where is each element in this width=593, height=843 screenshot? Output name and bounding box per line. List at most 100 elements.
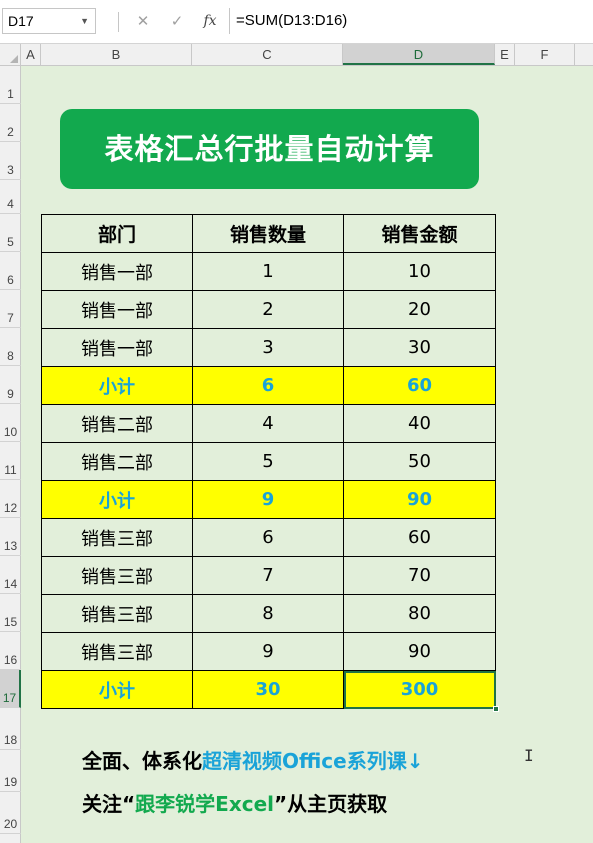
table-row: 销售一部 3 30 bbox=[41, 328, 496, 367]
row-header[interactable]: 13 bbox=[0, 518, 21, 556]
title-banner: 表格汇总行批量自动计算 bbox=[60, 109, 479, 189]
row-header-bar: 1 2 3 4 5 6 7 8 9 10 11 12 13 14 15 16 1… bbox=[0, 66, 21, 843]
cell-qty[interactable]: 30 bbox=[192, 670, 344, 709]
table-row: 销售二部 4 40 bbox=[41, 404, 496, 443]
cell-dept[interactable]: 销售三部 bbox=[41, 632, 193, 671]
name-box[interactable]: D17 ▼ bbox=[2, 8, 96, 34]
table-row: 销售一部 1 10 bbox=[41, 252, 496, 291]
promo-line-1-black: 全面、体系化 bbox=[82, 749, 202, 773]
row-header[interactable]: 1 bbox=[0, 66, 21, 104]
insert-function-icon[interactable]: fx bbox=[199, 10, 221, 32]
active-cell-amount[interactable]: 300 bbox=[343, 670, 499, 712]
cell-qty[interactable]: 8 bbox=[192, 594, 344, 633]
cell-amount[interactable]: 30 bbox=[343, 328, 496, 367]
cell-amount[interactable]: 90 bbox=[343, 632, 496, 671]
cell-qty[interactable]: 7 bbox=[192, 556, 344, 595]
column-header-f[interactable]: F bbox=[515, 44, 575, 65]
subtotal-row: 小计 9 90 bbox=[41, 480, 496, 519]
row-header[interactable]: 19 bbox=[0, 750, 21, 792]
cell-dept[interactable]: 销售一部 bbox=[41, 252, 193, 291]
row-header[interactable]: 2 bbox=[0, 104, 21, 142]
promo-line-2-black-a: 关注“ bbox=[82, 792, 136, 816]
cell-dept[interactable]: 销售三部 bbox=[41, 594, 193, 633]
cell-dept[interactable]: 小计 bbox=[41, 366, 193, 405]
select-all-corner[interactable] bbox=[0, 44, 21, 65]
cancel-icon[interactable]: ✕ bbox=[132, 10, 154, 32]
header-dept[interactable]: 部门 bbox=[41, 214, 193, 253]
cell-qty[interactable]: 9 bbox=[192, 480, 344, 519]
header-amount[interactable]: 销售金额 bbox=[343, 214, 496, 253]
column-header-a[interactable]: A bbox=[21, 44, 41, 65]
row-header[interactable]: 10 bbox=[0, 404, 21, 442]
promo-line-2: 关注“跟李锐学Excel”从主页获取 bbox=[82, 788, 387, 817]
cell-dept[interactable]: 销售二部 bbox=[41, 442, 193, 481]
name-box-value: D17 bbox=[8, 13, 34, 29]
row-header[interactable]: 15 bbox=[0, 594, 21, 632]
cell-qty[interactable]: 2 bbox=[192, 290, 344, 329]
chevron-down-icon[interactable]: ▼ bbox=[80, 9, 89, 33]
table-row: 销售三部 9 90 bbox=[41, 632, 496, 671]
cell-amount-value: 300 bbox=[400, 679, 439, 700]
cell-amount[interactable]: 50 bbox=[343, 442, 496, 481]
promo-line-1-blue: 超清视频Office系列课↓ bbox=[202, 749, 424, 773]
cell-amount[interactable]: 60 bbox=[343, 518, 496, 557]
promo-line-2-green: 跟李锐学Excel bbox=[135, 792, 274, 816]
enter-icon[interactable]: ✓ bbox=[166, 10, 188, 32]
column-header-d[interactable]: D bbox=[343, 44, 495, 65]
row-header[interactable]: 4 bbox=[0, 180, 21, 214]
cell-amount[interactable]: 90 bbox=[343, 480, 496, 519]
cell-amount[interactable]: 70 bbox=[343, 556, 496, 595]
cell-dept[interactable]: 销售三部 bbox=[41, 518, 193, 557]
cell-qty[interactable]: 1 bbox=[192, 252, 344, 291]
cell-amount[interactable]: 10 bbox=[343, 252, 496, 291]
row-header[interactable]: 9 bbox=[0, 366, 21, 404]
text-cursor-icon: I bbox=[524, 746, 534, 765]
cell-qty[interactable]: 6 bbox=[192, 518, 344, 557]
row-header[interactable]: 5 bbox=[0, 214, 21, 252]
formula-bar: D17 ▼ ✕ ✓ fx =SUM(D13:D16) bbox=[0, 0, 593, 44]
row-header[interactable]: 20 bbox=[0, 792, 21, 834]
row-header[interactable]: 6 bbox=[0, 252, 21, 290]
row-header[interactable]: 14 bbox=[0, 556, 21, 594]
table-row: 销售一部 2 20 bbox=[41, 290, 496, 329]
promo-line-1: 全面、体系化超清视频Office系列课↓ bbox=[82, 745, 423, 774]
sales-table: 部门 销售数量 销售金额 销售一部 1 10 销售一部 2 20 销售一部 3 … bbox=[41, 214, 499, 712]
cell-dept[interactable]: 小计 bbox=[41, 480, 193, 519]
cell-qty[interactable]: 3 bbox=[192, 328, 344, 367]
row-header[interactable]: 18 bbox=[0, 708, 21, 750]
header-qty[interactable]: 销售数量 bbox=[192, 214, 344, 253]
cell-qty[interactable]: 5 bbox=[192, 442, 344, 481]
formula-bar-divider bbox=[118, 12, 119, 32]
row-header[interactable]: 3 bbox=[0, 142, 21, 180]
cell-dept[interactable]: 销售三部 bbox=[41, 556, 193, 595]
table-row: 销售三部 6 60 bbox=[41, 518, 496, 557]
cell-amount[interactable]: 40 bbox=[343, 404, 496, 443]
row-header[interactable]: 8 bbox=[0, 328, 21, 366]
row-header[interactable]: 7 bbox=[0, 290, 21, 328]
cell-qty[interactable]: 9 bbox=[192, 632, 344, 671]
fill-handle[interactable] bbox=[493, 706, 499, 712]
cell-dept[interactable]: 销售二部 bbox=[41, 404, 193, 443]
cell-amount[interactable]: 20 bbox=[343, 290, 496, 329]
subtotal-row: 小计 6 60 bbox=[41, 366, 496, 405]
formula-input[interactable]: =SUM(D13:D16) bbox=[229, 8, 593, 34]
column-header-e[interactable]: E bbox=[495, 44, 515, 65]
table-row: 销售三部 8 80 bbox=[41, 594, 496, 633]
column-header-b[interactable]: B bbox=[41, 44, 192, 65]
column-header-c[interactable]: C bbox=[192, 44, 343, 65]
column-header-bar: A B C D E F bbox=[0, 44, 593, 66]
cell-amount[interactable]: 80 bbox=[343, 594, 496, 633]
cell-dept[interactable]: 小计 bbox=[41, 670, 193, 709]
cell-dept[interactable]: 销售一部 bbox=[41, 290, 193, 329]
row-header[interactable]: 12 bbox=[0, 480, 21, 518]
table-header-row: 部门 销售数量 销售金额 bbox=[41, 214, 496, 253]
promo-line-2-black-b: ”从主页获取 bbox=[274, 792, 388, 816]
cell-dept[interactable]: 销售一部 bbox=[41, 328, 193, 367]
table-row: 销售二部 5 50 bbox=[41, 442, 496, 481]
row-header[interactable]: 16 bbox=[0, 632, 21, 670]
row-header-selected[interactable]: 17 bbox=[0, 670, 21, 708]
cell-qty[interactable]: 4 bbox=[192, 404, 344, 443]
cell-amount[interactable]: 60 bbox=[343, 366, 496, 405]
row-header[interactable]: 11 bbox=[0, 442, 21, 480]
cell-qty[interactable]: 6 bbox=[192, 366, 344, 405]
